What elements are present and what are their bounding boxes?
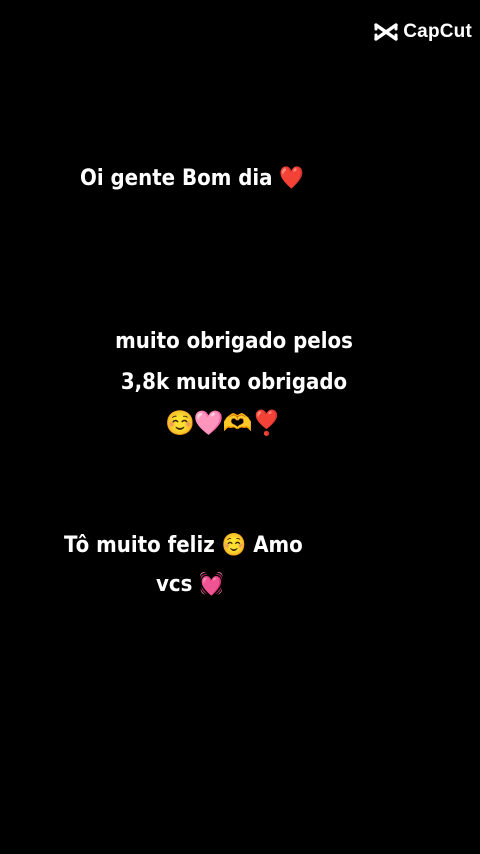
capcut-logo-icon	[374, 22, 398, 42]
happy-text: Tô muito feliz	[64, 533, 222, 558]
watermark-brand-text: CapCut	[403, 21, 472, 42]
video-frame: CapCut Oi gente Bom dia ❤️ muito obrigad…	[0, 0, 480, 854]
happy-tail-text: Amo	[246, 533, 303, 558]
red-heart-emoji: ❤️	[279, 166, 305, 191]
capcut-watermark: CapCut	[374, 21, 472, 43]
emoji-row-thanks: ☺️🩷🫶❣️	[165, 409, 282, 437]
love-text: vcs	[156, 572, 200, 597]
smiling-face-emoji: ☺️	[221, 533, 247, 558]
caption-line-thanks: muito obrigado pelos	[115, 329, 353, 354]
caption-line-happy: Tô muito feliz ☺️ Amo	[64, 529, 303, 562]
beating-heart-emoji: 💓	[199, 572, 224, 597]
caption-line-followers: 3,8k muito obrigado	[120, 370, 348, 395]
caption-line-love: vcs 💓	[156, 568, 224, 601]
caption-line-greeting: Oi gente Bom dia ❤️	[80, 162, 304, 195]
greeting-text: Oi gente Bom dia	[80, 166, 280, 191]
